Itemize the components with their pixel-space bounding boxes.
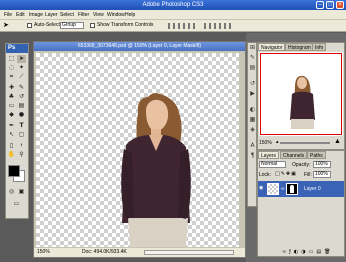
move-tool-icon[interactable]: ➤ (17, 55, 26, 63)
quick-mask-icon[interactable]: ◎ (7, 188, 16, 196)
minimize-button[interactable]: – (316, 1, 324, 9)
healing-brush-tool-icon[interactable]: ✚ (7, 84, 16, 92)
document-status-bar: 150% Doc: 494.0K/933.4K (34, 248, 245, 257)
menu-file[interactable]: File (4, 10, 12, 20)
align-buttons[interactable] (168, 23, 198, 29)
panel-styles-icon[interactable]: ◈ (249, 126, 256, 133)
tab-navigator[interactable]: Navigator (258, 43, 286, 51)
screen-mode-icon[interactable]: ▭ (12, 200, 21, 208)
menu-filter[interactable]: Filter (78, 10, 89, 20)
zoom-out-icon[interactable]: ▴ (276, 139, 279, 145)
zoom-tool-icon[interactable]: ⚲ (17, 151, 26, 159)
horizontal-scrollbar[interactable] (144, 250, 234, 255)
menu-bar: File Edit Image Layer Select Filter View… (0, 10, 346, 20)
fill-field[interactable]: 100% (313, 171, 331, 178)
options-bar: ➤ Auto-Select: Group Show Transform Cont… (0, 20, 346, 32)
pen-tool-icon[interactable]: ✒ (7, 122, 16, 130)
maximize-button[interactable]: □ (326, 1, 334, 9)
opacity-label: Opacity: (292, 162, 311, 168)
brush-tool-icon[interactable]: ✎ (17, 84, 26, 92)
eraser-tool-icon[interactable]: ▭ (7, 102, 16, 110)
opacity-field[interactable]: 100% (313, 161, 331, 168)
layer-name[interactable]: Layer 0 (304, 186, 321, 192)
blur-tool-icon[interactable]: ◆ (7, 111, 16, 119)
canvas-image-person (121, 93, 191, 247)
panel-character-icon[interactable]: A (249, 142, 256, 149)
tab-info[interactable]: Info (312, 43, 327, 51)
layer-thumbnail[interactable] (267, 183, 279, 195)
move-tool-preset-icon[interactable]: ➤ (3, 22, 9, 29)
auto-select-dropdown[interactable]: Group (60, 22, 84, 29)
menu-edit[interactable]: Edit (16, 10, 25, 20)
document-info: Doc: 494.0K/933.4K (82, 249, 127, 255)
menu-help[interactable]: Help (125, 10, 135, 20)
menu-view[interactable]: View (93, 10, 104, 20)
panel-swatches-icon[interactable]: ▦ (249, 116, 256, 123)
panel-tool-presets-icon[interactable]: ✎ (249, 54, 256, 61)
eyedropper-tool-icon[interactable]: ⟊ (17, 142, 26, 150)
auto-select-checkbox[interactable] (27, 23, 32, 28)
panel-color-icon[interactable]: ◐ (249, 106, 256, 113)
menu-layer[interactable]: Layer (45, 10, 58, 20)
eye-icon[interactable]: ◉ (259, 185, 263, 191)
layers-panel-buttons[interactable]: ∞ƒ◐◑▭▤🗑 (282, 249, 333, 255)
history-brush-tool-icon[interactable]: ↺ (17, 93, 26, 101)
navigator-zoom-value[interactable]: 150% (259, 140, 272, 146)
clone-stamp-tool-icon[interactable]: ♣ (7, 93, 16, 101)
foreground-color-swatch-top[interactable] (8, 165, 20, 177)
close-button[interactable]: × (336, 1, 344, 9)
document-title: 653368_3073648.psd @ 150% (Layer 0, Laye… (34, 42, 245, 51)
crop-tool-icon[interactable]: ⌗ (7, 73, 16, 81)
navigator-view-box[interactable] (260, 53, 342, 135)
fill-label: Fill: (304, 172, 312, 178)
navigator-zoom-slider[interactable] (280, 142, 330, 144)
tab-paths[interactable]: Paths (307, 151, 326, 159)
panel-actions-icon[interactable]: ▶ (249, 90, 256, 97)
panel-history-icon[interactable]: ↺ (249, 80, 256, 87)
transform-controls-label: Show Transform Controls (97, 22, 154, 28)
slice-tool-icon[interactable]: ⟋ (17, 73, 26, 81)
window-title: Adobe Photoshop CS3 (142, 2, 204, 8)
lock-label: Lock: (259, 172, 271, 178)
lasso-tool-icon[interactable]: ◌ (7, 64, 16, 72)
notes-tool-icon[interactable]: ▯ (7, 142, 16, 150)
gradient-tool-icon[interactable]: ▤ (17, 102, 26, 110)
menu-select[interactable]: Select (60, 10, 74, 20)
magic-wand-tool-icon[interactable]: ✦ (17, 64, 26, 72)
blend-mode-dropdown[interactable]: Normal (259, 161, 286, 168)
hand-tool-icon[interactable]: ✋ (7, 151, 16, 159)
menu-window[interactable]: Window (107, 10, 125, 20)
marquee-tool-icon[interactable]: ⬚ (7, 55, 16, 63)
panel-layer-comps-icon[interactable]: ▤ (249, 64, 256, 71)
menu-image[interactable]: Image (29, 10, 43, 20)
layer-mask-silhouette (290, 185, 294, 193)
standard-mode-icon[interactable]: ▣ (17, 188, 26, 196)
distribute-buttons[interactable] (204, 23, 234, 29)
auto-select-label: Auto-Select: (34, 22, 62, 28)
dodge-tool-icon[interactable]: ● (17, 111, 26, 119)
type-tool-icon[interactable]: T (17, 122, 26, 130)
layer-chain-icon[interactable]: ∞ (281, 186, 285, 192)
tab-layers[interactable]: Layers (258, 151, 280, 159)
lock-icons[interactable]: □✎✚▣ (275, 171, 297, 177)
panel-brushes-icon[interactable]: ⊞ (249, 44, 256, 51)
path-selection-tool-icon[interactable]: ↖ (7, 131, 16, 139)
tab-histogram[interactable]: Histogram (285, 43, 314, 51)
ps-logo: Ps (6, 44, 28, 53)
shape-tool-icon[interactable]: ▢ (17, 131, 26, 139)
zoom-in-icon[interactable]: ▲ (334, 138, 341, 145)
transform-controls-checkbox[interactable] (90, 23, 95, 28)
panel-paragraph-icon[interactable]: ¶ (249, 152, 256, 159)
document-zoom-level[interactable]: 150% (37, 248, 50, 257)
tab-channels[interactable]: Channels (280, 151, 308, 159)
